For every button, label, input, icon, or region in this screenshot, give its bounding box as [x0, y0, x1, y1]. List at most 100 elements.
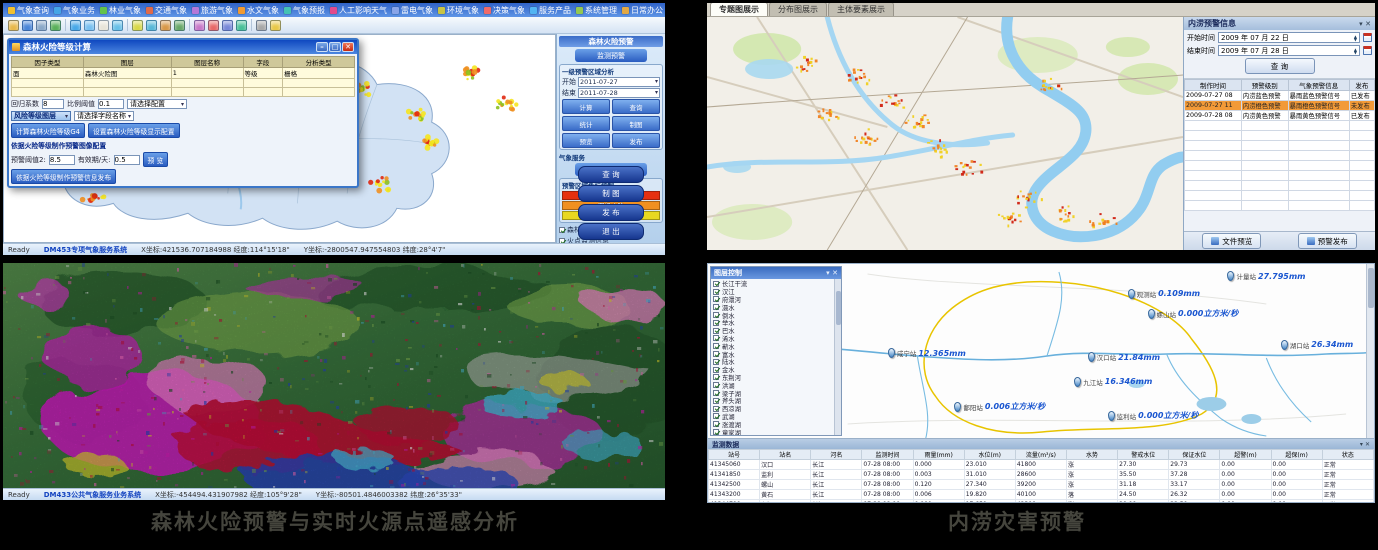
start-date-picker[interactable]: 2009 年 07 月 22 日 ▲▼	[1218, 32, 1360, 43]
close-icon[interactable]: ✕	[832, 269, 838, 277]
checkbox-checked-icon[interactable]	[713, 367, 719, 373]
data-row[interactable]: 41344700九江长江07-28 08:000.00017.65042300涨…	[709, 500, 1374, 504]
checkbox-checked-icon[interactable]	[713, 312, 719, 318]
panel-button-查询[interactable]: 查询	[612, 99, 660, 114]
checkbox-checked-icon[interactable]	[713, 429, 719, 435]
scrollbar-thumb[interactable]	[1368, 268, 1374, 308]
menu-item-6[interactable]: 气象预报	[282, 5, 327, 16]
checkbox-checked-icon[interactable]	[713, 390, 719, 396]
menu-item-11[interactable]: 服务产品	[528, 5, 573, 16]
pan-icon[interactable]	[98, 20, 109, 31]
menu-item-0[interactable]: 气象查询	[6, 5, 51, 16]
station-marker-鄱阳站[interactable]: 鄱阳站0.006立方米/秒	[954, 401, 1045, 412]
settings-icon[interactable]	[256, 20, 267, 31]
station-marker-观测站[interactable]: 观测站0.109mm	[1128, 289, 1200, 299]
chart-icon[interactable]	[208, 20, 219, 31]
calendar-icon[interactable]	[1363, 33, 1372, 42]
grid-row[interactable]: 面森林火险图1等级栅格	[12, 68, 355, 79]
data-row[interactable]: 41343200黄石长江07-28 08:000.00619.82040100落…	[709, 490, 1374, 500]
layer-panel-scrollbar[interactable]	[834, 279, 841, 435]
checkbox-checked-icon[interactable]	[713, 304, 719, 310]
checkbox-checked-icon[interactable]	[713, 343, 719, 349]
action-button-发 布[interactable]: 发 布	[578, 204, 644, 221]
station-marker-螺山站[interactable]: 螺山站0.000立方米/秒	[1148, 308, 1239, 319]
table-icon[interactable]	[222, 20, 233, 31]
station-marker-监利站[interactable]: 监利站0.000立方米/秒	[1108, 410, 1199, 421]
start-date-select[interactable]: 2011-07-27▾	[578, 77, 660, 87]
checkbox-checked-icon[interactable]	[713, 296, 719, 302]
checkbox-checked-icon[interactable]	[713, 351, 719, 357]
data-row[interactable]: 41345060汉口长江07-28 08:000.00023.01041800涨…	[709, 460, 1374, 470]
refresh-icon[interactable]	[236, 20, 247, 31]
end-date-select[interactable]: 2011-07-28▾	[578, 88, 660, 98]
checkbox-checked-icon[interactable]	[713, 382, 719, 388]
config-select[interactable]: 请选择配置▾	[127, 99, 187, 109]
query-button[interactable]: 查 询	[1245, 58, 1315, 74]
maximize-button[interactable]: □	[329, 42, 341, 52]
valid-input[interactable]	[114, 155, 140, 165]
preview-button[interactable]: 预 览	[143, 152, 169, 167]
checkbox-checked-icon[interactable]	[713, 398, 719, 404]
select-icon[interactable]	[132, 20, 143, 31]
publish-warning-button[interactable]: 依据火险等级制作预警信息发布	[11, 169, 116, 184]
scrollbar-thumb[interactable]	[836, 291, 841, 325]
checkbox-checked-icon[interactable]	[713, 289, 719, 295]
style-config-button[interactable]: 设置森林火险等级显示配置	[88, 123, 180, 138]
bottom-button-文件预览[interactable]: 文件预览	[1202, 233, 1261, 249]
menu-item-9[interactable]: 环境气象	[436, 5, 481, 16]
monitor-map-area[interactable]: 计量站27.795mm观测站0.109mm螺山站0.000立方米/秒咸宁站12.…	[708, 264, 1374, 440]
action-button-制 图[interactable]: 制 图	[578, 185, 644, 202]
data-row[interactable]: 41341850监利长江07-28 08:000.00331.01028600涨…	[709, 470, 1374, 480]
checkbox-checked-icon[interactable]	[713, 421, 719, 427]
close-icon[interactable]: ✕	[1365, 441, 1370, 448]
flood-map-canvas[interactable]	[707, 17, 1183, 250]
checkbox-checked-icon[interactable]	[713, 406, 719, 412]
station-marker-咸宁站[interactable]: 咸宁站12.365mm	[888, 348, 966, 358]
station-data-grid[interactable]: 站号站名河名监测时间雨量(mm)水位(m)流量(m³/s)水势警戒水位保证水位超…	[708, 449, 1374, 503]
spinner-icon[interactable]: ▲▼	[1354, 48, 1357, 54]
checkbox-checked-icon[interactable]	[713, 328, 719, 334]
data-row[interactable]: 41342500螺山长江07-28 08:000.12027.34039200涨…	[709, 480, 1374, 490]
menu-item-1[interactable]: 气象业务	[52, 5, 97, 16]
measure-icon[interactable]	[160, 20, 171, 31]
tab-2[interactable]: 主体要素展示	[828, 3, 894, 16]
identify-icon[interactable]	[146, 20, 157, 31]
export-icon[interactable]	[50, 20, 61, 31]
panel-button-发布[interactable]: 发布	[612, 133, 660, 148]
calc-grade-button[interactable]: 计算森林火险等级G4	[11, 123, 85, 138]
layer-panel-title-bar[interactable]: 图层控制 ▾ ✕	[711, 267, 841, 279]
layer-select[interactable]: 风险等级图层▾	[11, 111, 71, 121]
menu-item-3[interactable]: 交通气象	[144, 5, 189, 16]
checkbox-checked-icon[interactable]	[713, 281, 719, 287]
factor-grid[interactable]: 因子类型图层图层名称字段分析类型 面森林火险图1等级栅格	[11, 56, 355, 97]
calendar-icon[interactable]	[1363, 46, 1372, 55]
field-select[interactable]: 请选择字段名称▾	[74, 111, 134, 121]
zoom-out-icon[interactable]	[84, 20, 95, 31]
print-icon[interactable]	[36, 20, 47, 31]
coef-input[interactable]	[42, 99, 64, 109]
flood-map-area[interactable]	[707, 17, 1183, 250]
panel-button-统计[interactable]: 统计	[562, 116, 610, 131]
close-icon[interactable]: ✕	[1365, 20, 1371, 28]
checkbox-checked-icon[interactable]	[713, 335, 719, 341]
menu-item-7[interactable]: 人工影响天气	[328, 5, 389, 16]
threshold-input[interactable]	[49, 155, 75, 165]
menu-item-2[interactable]: 林业气象	[98, 5, 143, 16]
checkbox-checked-icon[interactable]	[713, 413, 719, 419]
station-marker-汉口站[interactable]: 汉口站21.84mm	[1088, 352, 1160, 362]
panel-button-预览[interactable]: 预览	[562, 133, 610, 148]
panel-button-制图[interactable]: 制图	[612, 116, 660, 131]
spinner-icon[interactable]: ▲▼	[1354, 35, 1357, 41]
collapse-icon[interactable]: ▾	[826, 269, 830, 277]
legend-icon[interactable]	[194, 20, 205, 31]
close-button[interactable]: ✕	[342, 42, 354, 52]
collapse-icon[interactable]: ▾	[1359, 20, 1363, 28]
open-map-icon[interactable]	[8, 20, 19, 31]
remote-sensing-image[interactable]	[3, 263, 665, 488]
action-button-退 出[interactable]: 退 出	[578, 223, 644, 240]
warning-row[interactable]: 2009-07-28 08内涝黄色预警暴雨黄色预警信号已发布	[1185, 111, 1375, 121]
help-icon[interactable]	[270, 20, 281, 31]
layer-item[interactable]: 童家湖	[713, 428, 832, 435]
bottom-button-预警发布[interactable]: 预警发布	[1298, 233, 1357, 249]
end-date-picker[interactable]: 2009 年 07 月 28 日 ▲▼	[1218, 45, 1360, 56]
